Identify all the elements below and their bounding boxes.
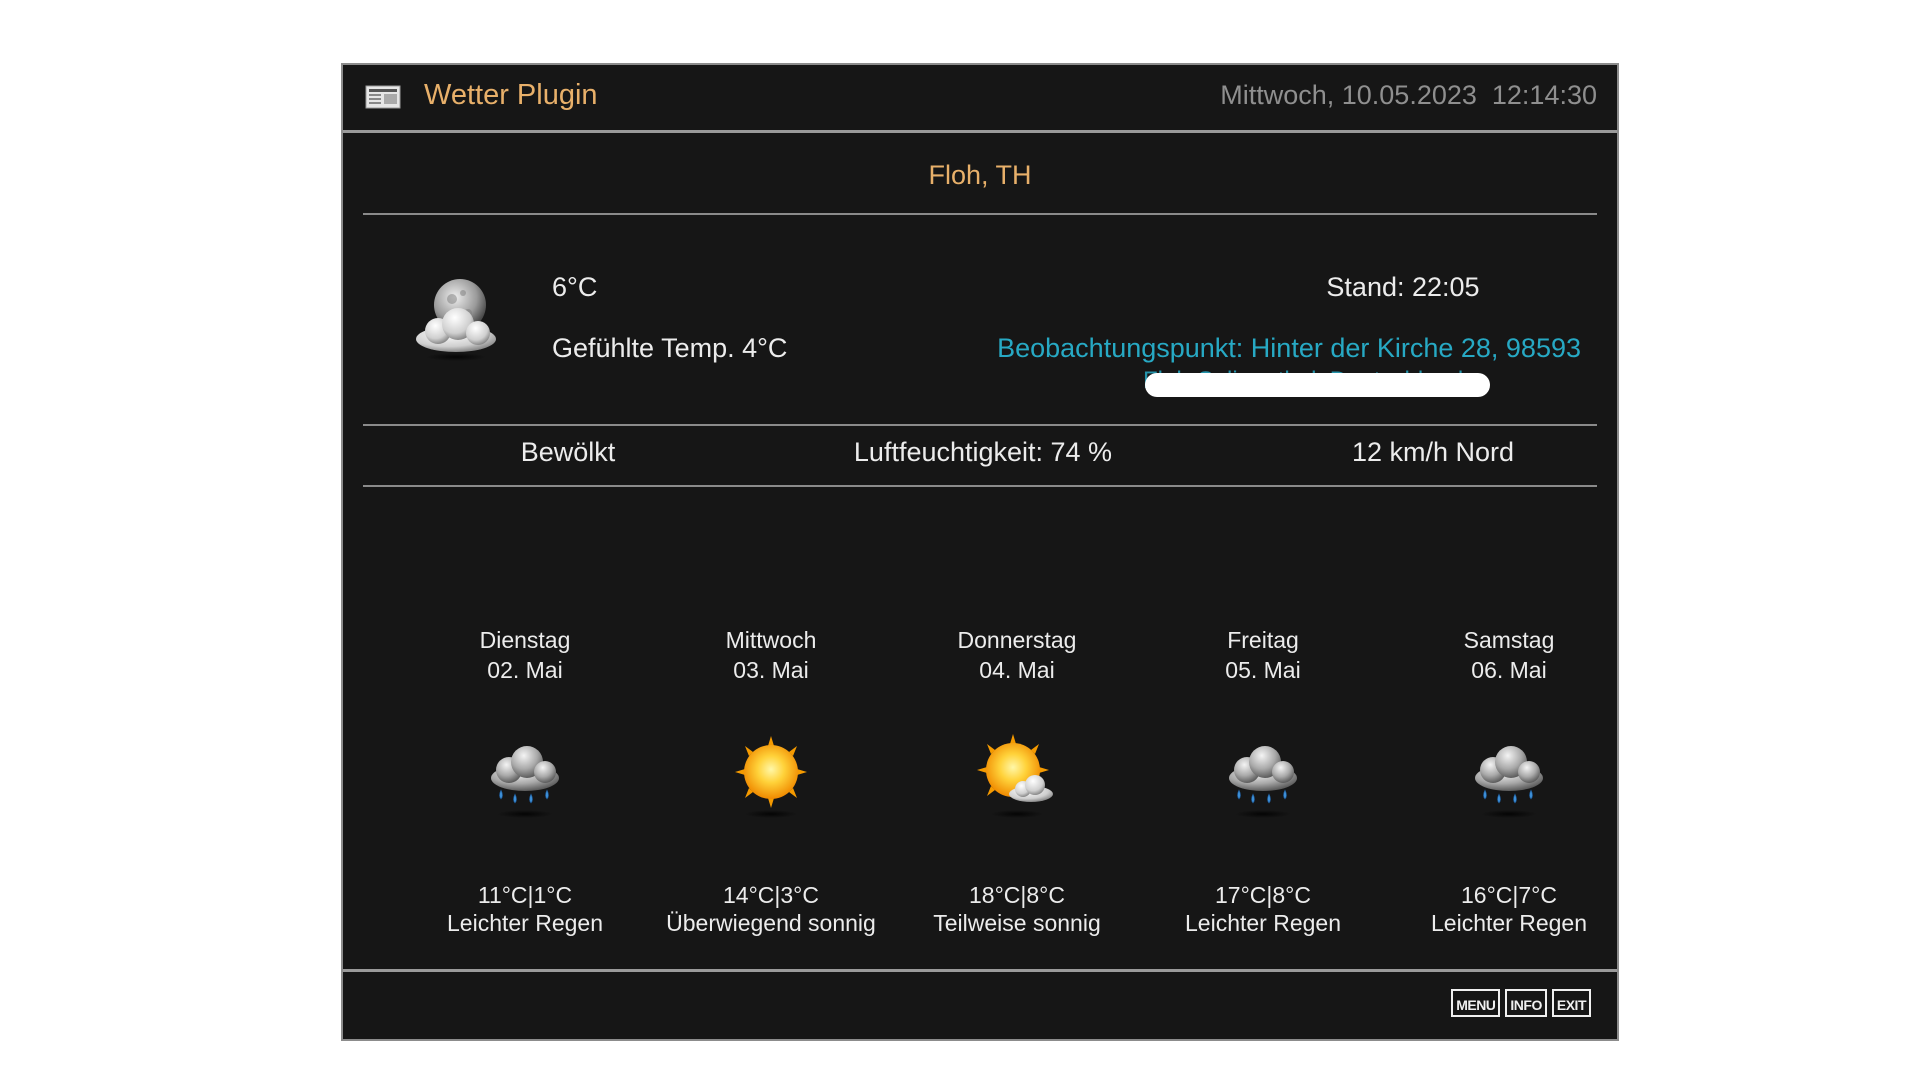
newspaper-icon (365, 85, 401, 109)
divider (363, 485, 1597, 487)
location-name: Floh, TH (928, 160, 1032, 190)
observation-point: Beobachtungspunkt: Hinter der Kirche 28,… (997, 333, 1581, 363)
humidity: Luftfeuchtigkeit: 74 % (853, 437, 1113, 467)
forecast-temps: 11°C|1°C (477, 882, 573, 908)
forecast-row: Dienstag 02. Mai 11°C|1°C Leichter Regen… (343, 565, 1617, 1015)
feels-like-temperature: Gefühlte Temp. 4°C (552, 333, 788, 363)
key-buttons: MENU INFO EXIT (1451, 989, 1591, 1017)
forecast-day-name: Mittwoch (725, 627, 817, 653)
exit-button[interactable]: EXIT (1551, 989, 1591, 1017)
update-time: Stand: 22:05 (1326, 272, 1480, 302)
forecast-description: Teilweise sonnig (933, 910, 1101, 936)
divider (363, 213, 1597, 215)
forecast-date: 04. Mai (979, 657, 1055, 683)
sun-cloud-icon (977, 734, 1053, 818)
wind: 12 km/h Nord (1351, 437, 1515, 467)
sky-condition: Bewölkt (520, 437, 616, 467)
info-button[interactable]: INFO (1505, 989, 1547, 1017)
redaction-scribble (1145, 373, 1490, 397)
app-title: Wetter Plugin (424, 79, 598, 111)
menu-button[interactable]: MENU (1451, 989, 1501, 1017)
forecast-date: 02. Mai (487, 657, 563, 683)
forecast-day-name: Freitag (1227, 627, 1299, 653)
forecast-temps: 18°C|8°C (969, 882, 1065, 908)
weather-screen: Wetter Plugin Mittwoch, 10.05.2023 12:14… (341, 63, 1619, 1041)
rain-cloud-icon (1229, 746, 1297, 818)
rain-cloud-icon (1475, 746, 1543, 818)
forecast-description: Leichter Regen (1431, 910, 1587, 936)
forecast-temps: 14°C|3°C (723, 882, 819, 908)
moon-cloud-icon (416, 279, 496, 361)
forecast-day-name: Donnerstag (957, 627, 1077, 653)
forecast-day-name: Samstag (1463, 627, 1555, 653)
forecast-description: Überwiegend sonnig (666, 910, 876, 936)
divider (363, 424, 1597, 426)
forecast-description: Leichter Regen (447, 910, 603, 936)
sun-icon (735, 736, 807, 818)
date-time: Mittwoch, 10.05.2023 12:14:30 (1220, 80, 1597, 110)
forecast-description: Leichter Regen (1185, 910, 1341, 936)
forecast-date: 03. Mai (733, 657, 809, 683)
forecast-day-name: Dienstag (479, 627, 571, 653)
footer-bar: MENU INFO EXIT (343, 969, 1617, 1039)
rain-cloud-icon (491, 746, 559, 818)
header-bar: Wetter Plugin Mittwoch, 10.05.2023 12:14… (343, 65, 1617, 133)
forecast-date: 06. Mai (1471, 657, 1547, 683)
forecast-temps: 16°C|7°C (1461, 882, 1557, 908)
current-temperature: 6°C (552, 272, 598, 302)
forecast-date: 05. Mai (1225, 657, 1301, 683)
forecast-temps: 17°C|8°C (1215, 882, 1311, 908)
